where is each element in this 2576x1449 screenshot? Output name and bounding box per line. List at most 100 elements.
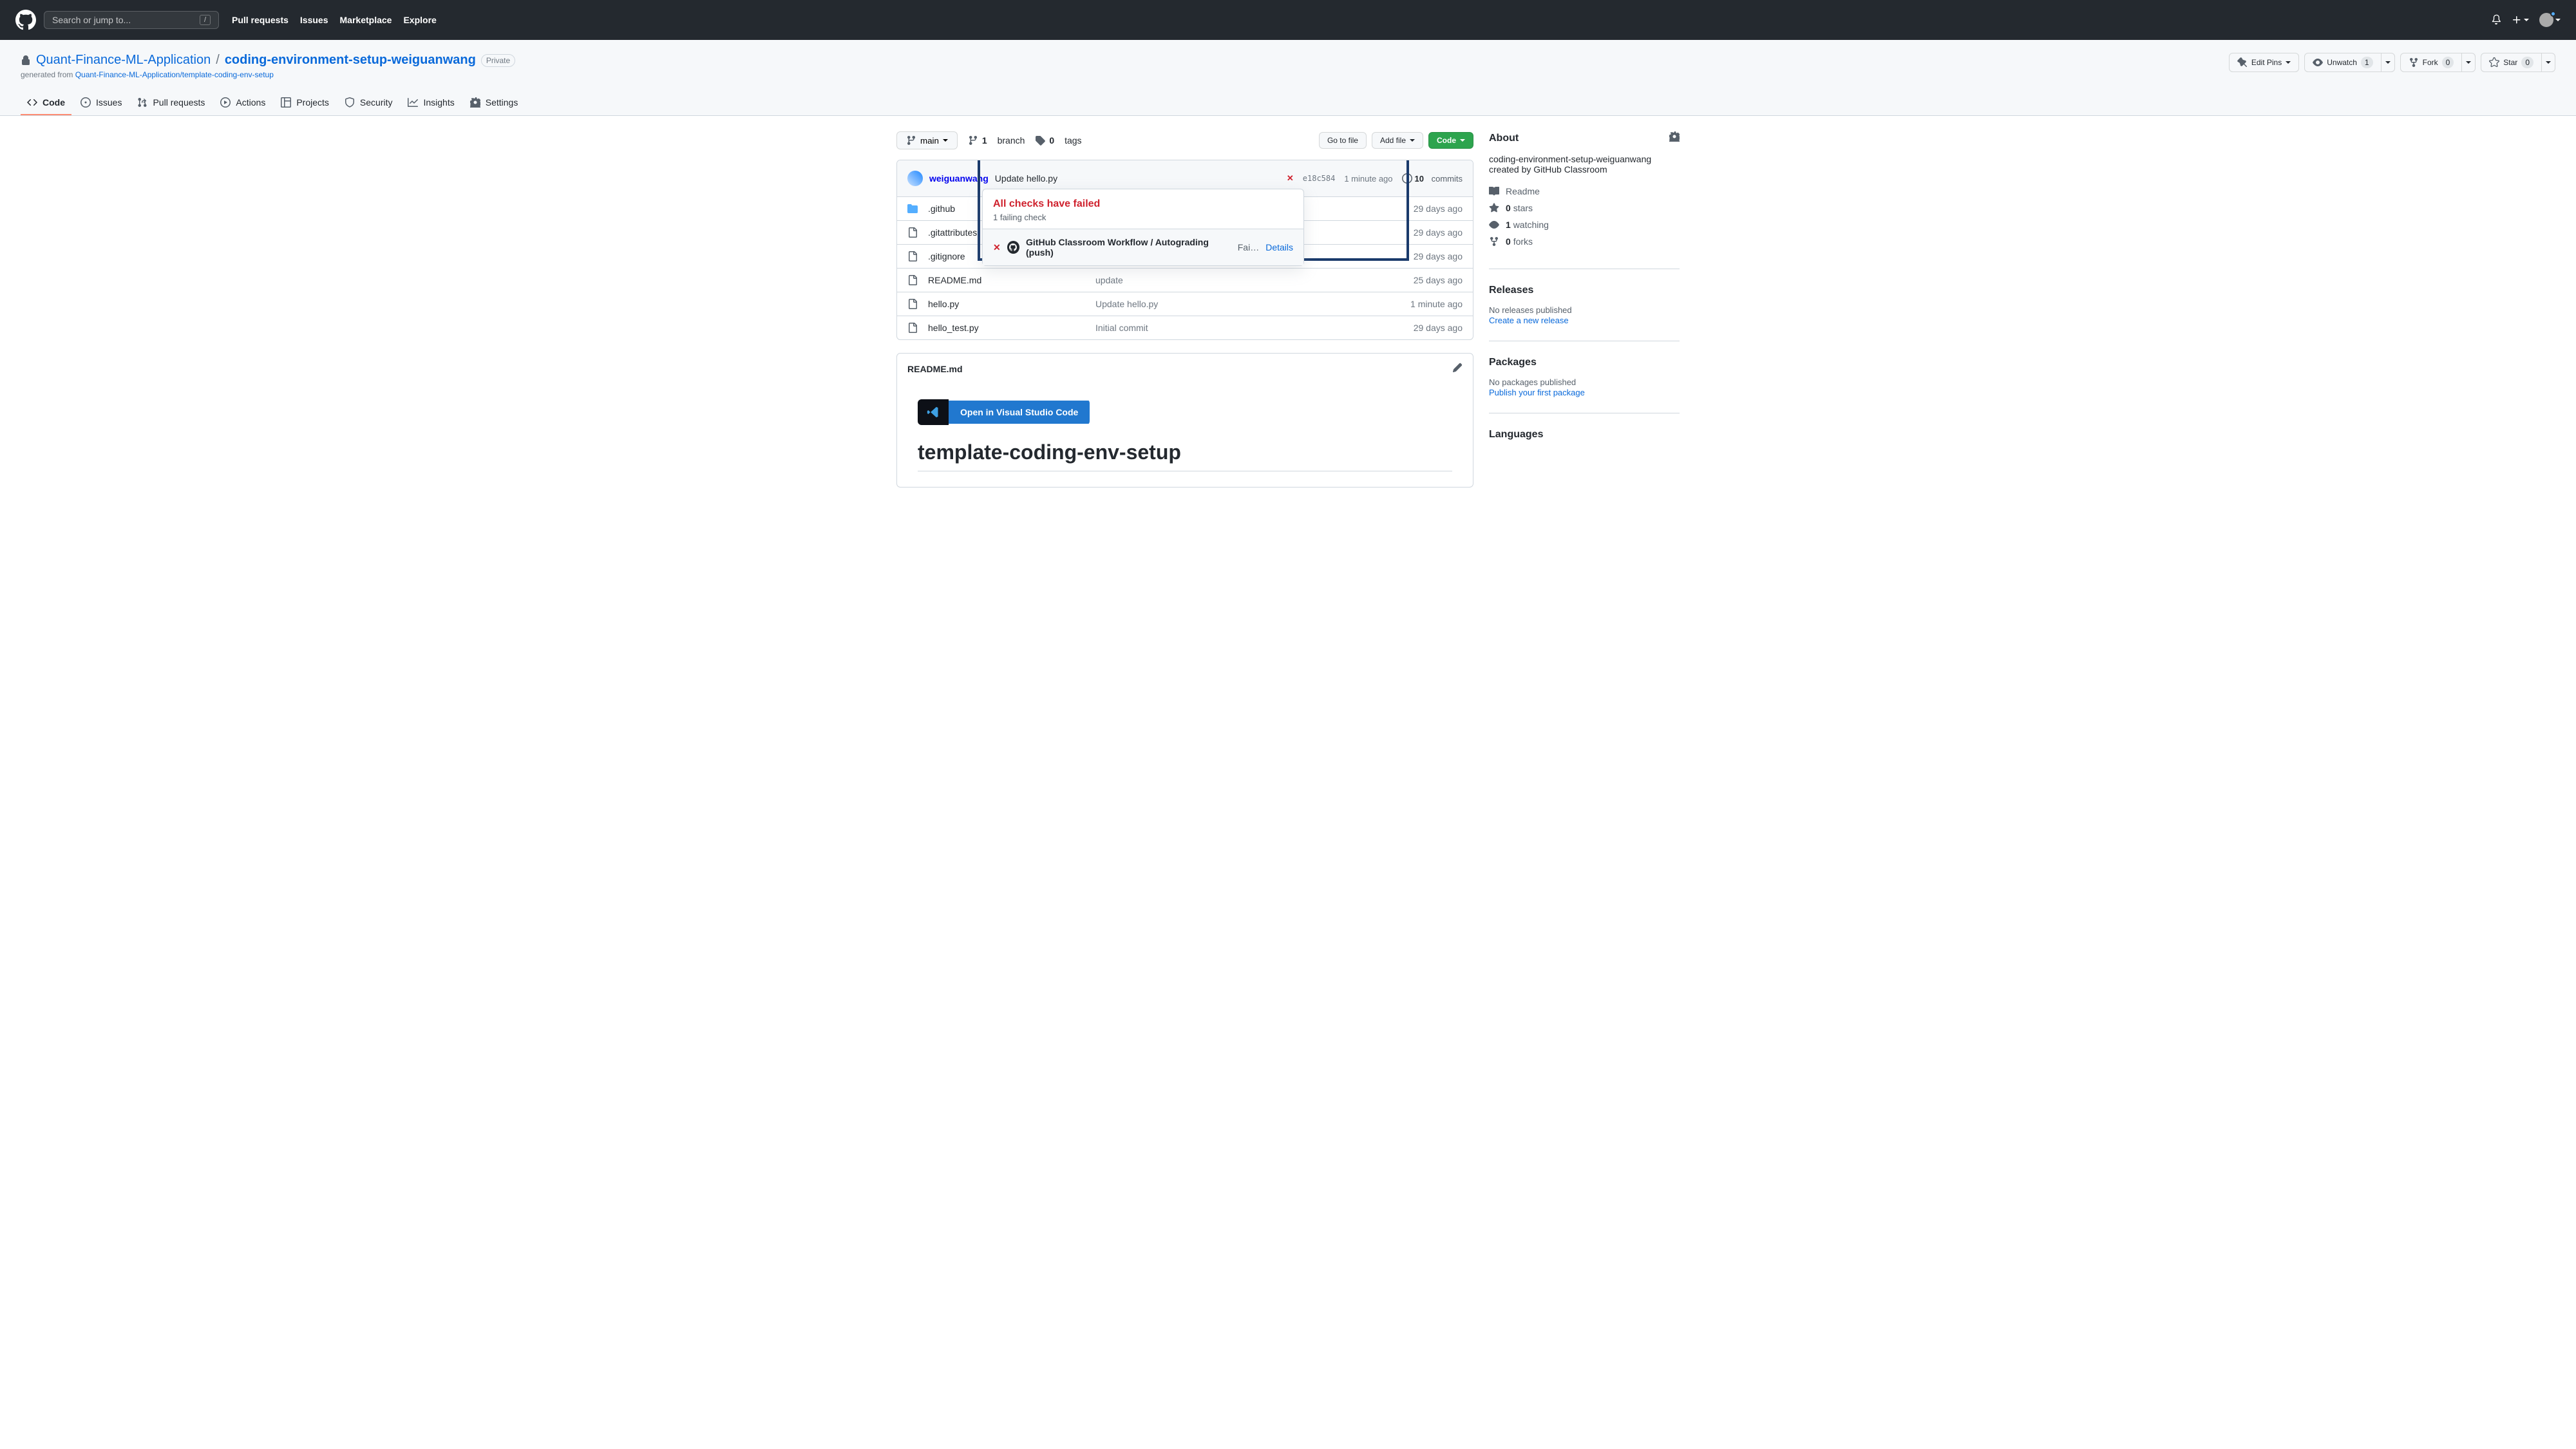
check-workflow-name: GitHub Classroom Workflow / Autograding …: [1026, 237, 1231, 258]
status-dot: [2550, 11, 2556, 17]
branches-link[interactable]: 1 branch: [968, 135, 1025, 146]
file-commit-msg[interactable]: update: [1095, 275, 1414, 285]
file-list: weiguanwang Update hello.py ✕ e18c584 1 …: [896, 160, 1473, 340]
file-row: hello_test.py Initial commit29 days ago: [897, 316, 1473, 339]
checks-popover: All checks have failed 1 failing check ✕…: [982, 189, 1304, 266]
add-file-button[interactable]: Add file: [1372, 132, 1423, 149]
star-menu[interactable]: [2542, 53, 2555, 72]
slash-key-hint: /: [200, 15, 211, 25]
create-release-link[interactable]: Create a new release: [1489, 316, 1569, 325]
watching-link[interactable]: 1 watching: [1489, 220, 1680, 230]
commits-link[interactable]: 10 commits: [1402, 173, 1463, 184]
commit-time: 1 minute ago: [1344, 174, 1392, 184]
commit-avatar[interactable]: [907, 171, 923, 186]
file-date: 25 days ago: [1414, 275, 1463, 285]
checks-subtitle: 1 failing check: [993, 213, 1293, 222]
file-name-link[interactable]: hello_test.py: [928, 323, 979, 333]
tab-pulls[interactable]: Pull requests: [131, 91, 211, 115]
sidebar: About coding-environment-setup-weiguanwa…: [1489, 131, 1680, 488]
branch-select-button[interactable]: main: [896, 131, 958, 149]
tab-security[interactable]: Security: [338, 91, 399, 115]
pencil-icon: [1452, 363, 1463, 373]
edit-pins-button[interactable]: Edit Pins: [2229, 53, 2299, 72]
user-menu[interactable]: [2539, 13, 2561, 27]
readme-link[interactable]: Readme: [1489, 186, 1680, 196]
file-name-link[interactable]: README.md: [928, 275, 981, 285]
search-input[interactable]: Search or jump to... /: [44, 11, 219, 29]
tab-insights[interactable]: Insights: [401, 91, 460, 115]
check-fail-icon: ✕: [993, 242, 1001, 253]
tags-link[interactable]: 0 tags: [1035, 135, 1081, 146]
check-details-link[interactable]: Details: [1265, 242, 1293, 252]
nav-pulls[interactable]: Pull requests: [232, 15, 289, 25]
releases-none: No releases published: [1489, 305, 1680, 315]
tab-projects[interactable]: Projects: [274, 91, 336, 115]
header-nav: Pull requests Issues Marketplace Explore: [232, 15, 437, 25]
repo-header: Quant-Finance-ML-Application / coding-en…: [0, 40, 2576, 116]
star-icon: [2489, 57, 2499, 68]
about-heading: About: [1489, 131, 1680, 145]
file-name-link[interactable]: .gitignore: [928, 251, 965, 261]
repo-name-link[interactable]: coding-environment-setup-weiguanwang: [225, 53, 476, 68]
gear-icon: [1669, 131, 1680, 142]
packages-heading[interactable]: Packages: [1489, 357, 1680, 368]
github-logo[interactable]: [15, 10, 36, 30]
go-to-file-button[interactable]: Go to file: [1319, 132, 1367, 149]
workflow-avatar: [1007, 241, 1019, 254]
tab-settings[interactable]: Settings: [464, 91, 525, 115]
about-settings-button[interactable]: [1669, 131, 1680, 145]
file-date: 29 days ago: [1414, 227, 1463, 238]
unwatch-menu[interactable]: [2382, 53, 2395, 72]
star-button[interactable]: Star 0: [2481, 53, 2542, 72]
nav-issues[interactable]: Issues: [300, 15, 328, 25]
releases-heading[interactable]: Releases: [1489, 285, 1680, 296]
code-button[interactable]: Code: [1428, 132, 1473, 149]
generated-from: generated from Quant-Finance-ML-Applicat…: [21, 70, 515, 79]
commit-message-link[interactable]: Update hello.py: [995, 173, 1057, 184]
readme-h1: template-coding-env-setup: [918, 440, 1452, 471]
nav-explore[interactable]: Explore: [403, 15, 436, 25]
file-name-link[interactable]: .github: [928, 204, 955, 214]
global-header: Search or jump to... / Pull requests Iss…: [0, 0, 2576, 40]
file-nav: main 1 branch 0 tags Go to file Add file…: [896, 131, 1473, 149]
create-menu[interactable]: [2512, 15, 2529, 25]
file-date: 29 days ago: [1414, 204, 1463, 214]
tab-code[interactable]: Code: [21, 91, 71, 115]
vscode-open-button[interactable]: Open in Visual Studio Code: [918, 399, 1090, 425]
lock-icon: [21, 55, 31, 66]
file-row: README.md update25 days ago: [897, 269, 1473, 292]
vscode-icon: [918, 399, 949, 425]
tab-actions[interactable]: Actions: [214, 91, 272, 115]
checks-failed-icon[interactable]: ✕: [1287, 173, 1294, 184]
search-placeholder: Search or jump to...: [52, 15, 131, 25]
notifications-icon[interactable]: [2491, 14, 2501, 26]
visibility-badge: Private: [481, 54, 515, 67]
unwatch-button[interactable]: Unwatch 1: [2304, 53, 2381, 72]
fork-button[interactable]: Fork 0: [2400, 53, 2463, 72]
commit-hash-link[interactable]: e18c584: [1303, 174, 1336, 183]
fork-menu[interactable]: [2462, 53, 2476, 72]
file-name-link[interactable]: .gitattributes: [928, 227, 977, 238]
nav-marketplace[interactable]: Marketplace: [340, 15, 392, 25]
checks-title: All checks have failed: [993, 198, 1293, 210]
repo-actions: Edit Pins Unwatch 1 Fork 0: [2229, 53, 2555, 72]
edit-readme-button[interactable]: [1452, 363, 1463, 375]
publish-package-link[interactable]: Publish your first package: [1489, 388, 1585, 397]
eye-icon: [2313, 57, 2323, 68]
template-link[interactable]: Quant-Finance-ML-Application/template-co…: [75, 70, 274, 79]
file-row: hello.pyUpdate hello.py1 minute ago: [897, 292, 1473, 316]
file-date: 29 days ago: [1414, 251, 1463, 261]
file-name-link[interactable]: hello.py: [928, 299, 959, 309]
readme-filename[interactable]: README.md: [907, 364, 963, 374]
file-commit-msg[interactable]: Initial commit: [1095, 323, 1414, 333]
fork-icon: [2409, 57, 2419, 68]
file-date: 29 days ago: [1414, 323, 1463, 333]
readme-box: README.md Open in Visual Studio Code tem…: [896, 353, 1473, 488]
repo-owner-link[interactable]: Quant-Finance-ML-Application: [36, 53, 211, 68]
tab-issues[interactable]: Issues: [74, 91, 128, 115]
file-commit-msg[interactable]: Update hello.py: [1095, 299, 1410, 309]
stars-link[interactable]: 0 stars: [1489, 203, 1680, 213]
forks-link[interactable]: 0 forks: [1489, 236, 1680, 247]
commit-author-link[interactable]: weiguanwang: [929, 173, 989, 184]
repo-tabs: Code Issues Pull requests Actions Projec…: [21, 91, 2555, 115]
